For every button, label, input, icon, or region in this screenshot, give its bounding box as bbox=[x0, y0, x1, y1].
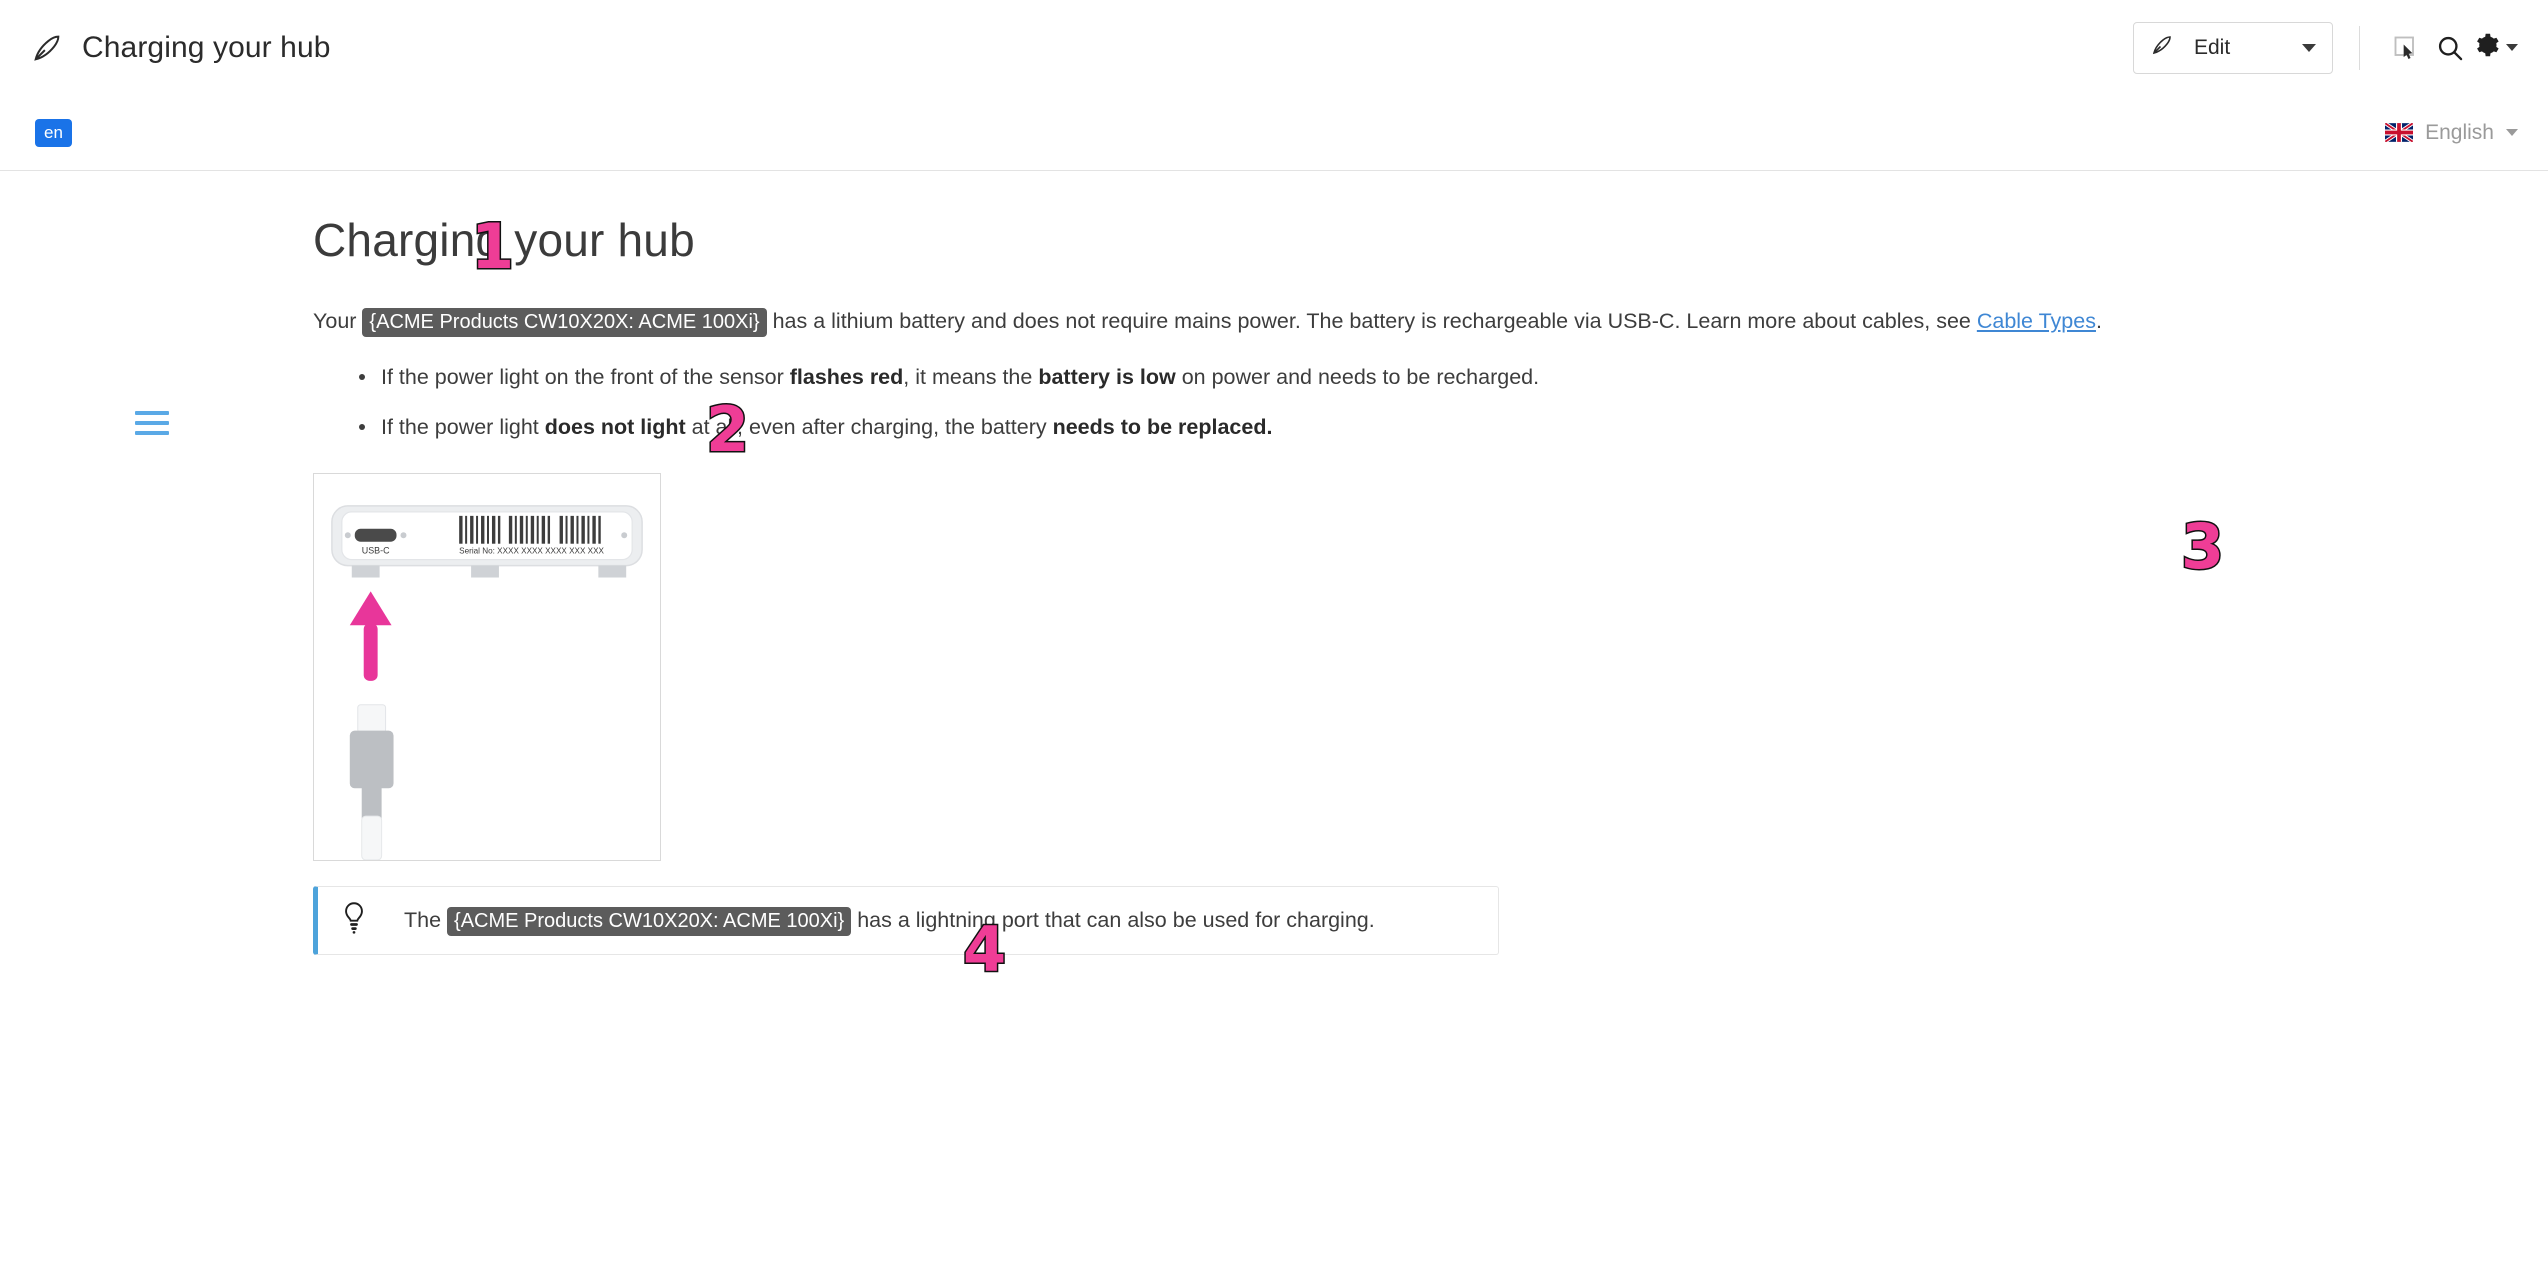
usb-c-port-label: USB-C bbox=[362, 545, 390, 555]
list-item: If the power light on the front of the s… bbox=[359, 361, 2243, 393]
chevron-down-icon bbox=[2506, 44, 2518, 51]
step-marker-4: 4 bbox=[961, 913, 1007, 986]
uk-flag-icon bbox=[2385, 123, 2414, 142]
variable-chip[interactable]: {ACME Products CW10X20X: ACME 100Xi} bbox=[362, 308, 767, 337]
intro-trailing: . bbox=[2095, 309, 2102, 333]
tip-text-after: has a lightning port that can also be us… bbox=[851, 907, 1375, 932]
toolbar-divider bbox=[2359, 25, 2360, 70]
toolbar-right-group: Edit bbox=[2133, 21, 2518, 74]
cable-types-link[interactable]: Cable Types bbox=[1977, 309, 2096, 333]
language-name: English bbox=[2425, 120, 2494, 144]
intro-text-before: Your bbox=[313, 309, 363, 333]
edit-button-label: Edit bbox=[2194, 35, 2231, 59]
article-body: Charging your hub Your {ACME Products CW… bbox=[313, 213, 2243, 955]
step-marker-3: 3 bbox=[2179, 510, 2225, 583]
bullet-bold-2: battery is low bbox=[1038, 365, 1176, 390]
bullet-text-2: , it means the bbox=[903, 365, 1039, 390]
sidebar-toggle-icon[interactable] bbox=[135, 411, 169, 435]
chevron-down-icon bbox=[2506, 129, 2518, 136]
top-toolbar: Charging your hub Edit bbox=[0, 0, 2548, 95]
bullet-bold-2: needs to be replaced. bbox=[1052, 414, 1273, 439]
search-icon[interactable] bbox=[2428, 26, 2472, 70]
settings-button[interactable] bbox=[2472, 31, 2518, 64]
bullet-text-1: If the power light on the front of the s… bbox=[381, 365, 790, 390]
document-title: Charging your hub bbox=[82, 30, 331, 64]
intro-paragraph: Your {ACME Products CW10X20X: ACME 100Xi… bbox=[313, 305, 2243, 337]
charging-illustration[interactable]: USB-C Serial No: XXXX XXXX XXXX XXX XXX bbox=[313, 472, 661, 861]
language-picker[interactable]: English bbox=[2385, 121, 2518, 145]
variable-chip[interactable]: {ACME Products CW10X20X: ACME 100Xi} bbox=[447, 906, 852, 936]
page-title: Charging your hub bbox=[313, 214, 695, 266]
list-item: If the power light does not light at all… bbox=[359, 411, 2243, 443]
step-marker-1: 1 bbox=[469, 210, 515, 283]
language-code-badge[interactable]: en bbox=[35, 118, 72, 147]
bullet-text-3: on power and needs to be recharged. bbox=[1175, 365, 1540, 390]
gear-icon bbox=[2472, 31, 2500, 64]
cursor-select-icon[interactable] bbox=[2384, 26, 2428, 70]
page-content: Charging your hub Your {ACME Products CW… bbox=[0, 171, 2548, 982]
pen-feather-icon bbox=[2150, 33, 2174, 62]
charging-direction-arrow bbox=[349, 591, 392, 681]
bullet-bold-1: does not light bbox=[544, 414, 686, 439]
bullet-bold-1: flashes red bbox=[789, 365, 904, 390]
step-marker-2: 2 bbox=[704, 393, 750, 466]
edit-button[interactable]: Edit bbox=[2133, 21, 2333, 74]
tip-callout: The {ACME Products CW10X20X: ACME 100Xi}… bbox=[313, 885, 1499, 955]
tip-text-before: The bbox=[404, 907, 448, 932]
intro-text-after: has a lithium battery and does not requi… bbox=[766, 309, 1977, 333]
language-row: en English bbox=[0, 95, 2548, 170]
toolbar-left-group: Charging your hub bbox=[30, 31, 331, 65]
lightbulb-icon bbox=[340, 901, 368, 940]
pen-feather-icon bbox=[30, 31, 64, 65]
troubleshooting-list: If the power light on the front of the s… bbox=[359, 361, 2243, 443]
chevron-down-icon bbox=[2302, 43, 2316, 52]
serial-number-label: Serial No: XXXX XXXX XXXX XXX XXX bbox=[459, 546, 604, 555]
tip-text: The {ACME Products CW10X20X: ACME 100Xi}… bbox=[404, 905, 1375, 936]
bullet-text-1: If the power light bbox=[381, 414, 545, 439]
